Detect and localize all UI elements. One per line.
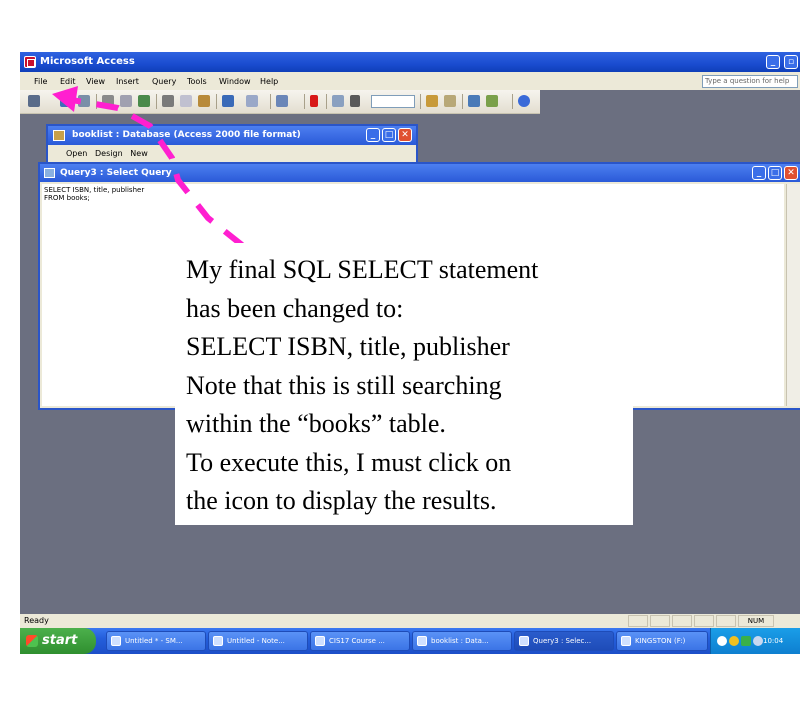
menu-help[interactable]: Help [260, 77, 278, 86]
sql-line-1: SELECT ISBN, title, publisher [44, 186, 145, 194]
menu-query[interactable]: Query [152, 77, 176, 86]
db-design-button[interactable]: Design [95, 149, 123, 158]
properties-icon[interactable] [426, 95, 438, 107]
tray-expand-icon[interactable] [717, 636, 727, 646]
minimize-button[interactable]: _ [766, 55, 780, 69]
query-window-title: Query3 : Select Query [60, 168, 172, 178]
query-window-title-bar: Query3 : Select Query _ □ ✕ [40, 164, 800, 182]
callout-line-3: SELECT ISBN, title, publisher [186, 332, 510, 361]
paste-icon[interactable] [198, 95, 210, 107]
menu-window[interactable]: Window [219, 77, 251, 86]
start-button[interactable]: start [20, 628, 96, 654]
database-toolbar: Open Design New [48, 145, 416, 158]
database-window-icon[interactable] [468, 95, 480, 107]
menu-tools[interactable]: Tools [187, 77, 207, 86]
task-kingston-drive[interactable]: KINGSTON (F:) [616, 631, 708, 651]
task-cis17-course[interactable]: CIS17 Course ... [310, 631, 410, 651]
print-preview-icon[interactable] [120, 95, 132, 107]
query-close-button[interactable]: ✕ [784, 166, 798, 180]
task-untitled-sm[interactable]: Untitled * - SM... [106, 631, 206, 651]
sql-vertical-scrollbar[interactable] [786, 184, 800, 406]
task-label: Untitled - Note... [227, 637, 285, 645]
antivirus-icon[interactable] [741, 636, 751, 646]
query-minimize-button[interactable]: _ [752, 166, 766, 180]
database-window-title: booklist : Database (Access 2000 file fo… [72, 130, 301, 140]
task-label: booklist : Data... [431, 637, 489, 645]
menu-edit[interactable]: Edit [60, 77, 76, 86]
num-lock-indicator: NUM [738, 615, 774, 627]
new-object-icon[interactable] [486, 95, 498, 107]
spelling-icon[interactable] [138, 95, 150, 107]
toolbar [20, 90, 540, 114]
browser-icon [315, 636, 325, 646]
show-table-icon[interactable] [332, 95, 344, 107]
task-label: Untitled * - SM... [125, 637, 183, 645]
network-icon[interactable] [753, 636, 763, 646]
windows-flag-icon [26, 635, 38, 647]
menu-insert[interactable]: Insert [116, 77, 139, 86]
access-app-icon [24, 56, 36, 68]
db-minimize-button[interactable]: _ [366, 128, 380, 142]
callout-line-4: Note that this is still searching [186, 370, 502, 400]
status-bar: Ready NUM [20, 614, 800, 628]
task-label: CIS17 Course ... [329, 637, 385, 645]
save-icon[interactable] [60, 95, 72, 107]
print-icon[interactable] [102, 95, 114, 107]
callout-line-5: within the “books” table. [186, 409, 446, 438]
cut-icon[interactable] [162, 95, 174, 107]
help-icon[interactable] [518, 95, 530, 107]
annotation-callout: My final SQL SELECT statement has been c… [175, 243, 633, 525]
main-title-bar: Microsoft Access _ ▫ [20, 52, 800, 72]
task-query3-active[interactable]: Query3 : Selec... [514, 631, 614, 651]
task-label: Query3 : Selec... [533, 637, 592, 645]
redo-icon[interactable] [246, 95, 258, 107]
copy-icon[interactable] [180, 95, 192, 107]
app-title: Microsoft Access [40, 56, 135, 67]
callout-line-1: My final SQL SELECT statement [186, 255, 539, 284]
callout-line-6: To execute this, I must click on [186, 447, 512, 477]
db-new-button[interactable]: New [130, 149, 147, 158]
undo-icon[interactable] [222, 95, 234, 107]
db-open-button[interactable]: Open [66, 149, 87, 158]
view-icon[interactable] [28, 95, 40, 107]
query-type-icon[interactable] [276, 95, 288, 107]
task-notepad[interactable]: Untitled - Note... [208, 631, 308, 651]
database-icon [53, 130, 65, 141]
menu-view[interactable]: View [86, 77, 105, 86]
top-values-combo[interactable] [371, 95, 415, 108]
taskbar: start Untitled * - SM... Untitled - Note… [20, 628, 800, 654]
search-db-icon[interactable] [78, 95, 90, 107]
database-window-title-bar: booklist : Database (Access 2000 file fo… [48, 126, 416, 145]
db-maximize-button[interactable]: □ [382, 128, 396, 142]
menu-bar: File Edit View Insert Query Tools Window… [20, 72, 800, 90]
start-label: start [42, 633, 78, 648]
run-icon[interactable] [310, 95, 318, 107]
paint-icon [111, 636, 121, 646]
callout-line-7: the icon to display the results. [186, 486, 497, 515]
query-maximize-button[interactable]: □ [768, 166, 782, 180]
sql-line-2: FROM books; [44, 194, 90, 202]
help-search-input[interactable]: Type a question for help [702, 75, 798, 88]
query-icon [44, 168, 55, 178]
totals-icon[interactable] [350, 95, 360, 107]
system-tray: 10:04 [710, 628, 800, 654]
db-close-button[interactable]: ✕ [398, 128, 412, 142]
task-label: KINGSTON (F:) [635, 637, 686, 645]
notepad-icon [213, 636, 223, 646]
shield-icon[interactable] [729, 636, 739, 646]
status-text: Ready [24, 616, 49, 625]
task-booklist-database[interactable]: booklist : Data... [412, 631, 512, 651]
clock: 10:04 [763, 637, 784, 645]
drive-icon [621, 636, 631, 646]
menu-file[interactable]: File [34, 77, 47, 86]
query-icon [519, 636, 529, 646]
database-icon [417, 636, 427, 646]
callout-line-2: has been changed to: [186, 293, 404, 323]
restore-button[interactable]: ▫ [784, 55, 798, 69]
build-icon[interactable] [444, 95, 456, 107]
